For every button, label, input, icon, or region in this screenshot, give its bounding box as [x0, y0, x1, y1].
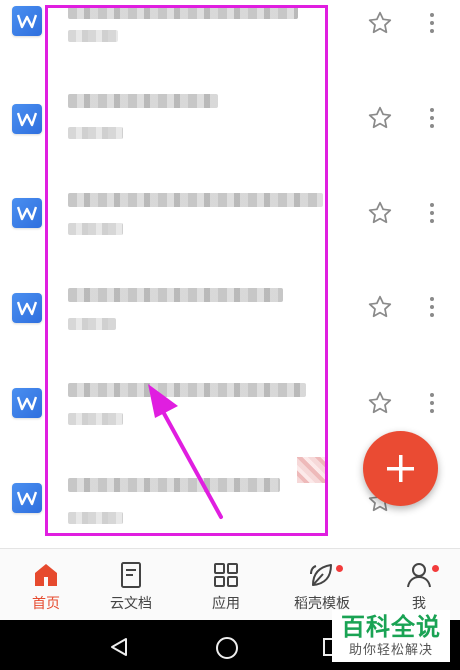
back-icon[interactable] — [108, 636, 130, 658]
star-icon[interactable] — [367, 105, 393, 131]
home-icon — [35, 564, 57, 586]
plus-icon — [387, 455, 414, 482]
annotation-highlight-box — [45, 5, 328, 536]
wps-writer-icon — [12, 6, 42, 36]
notification-dot — [336, 565, 343, 572]
new-document-button[interactable] — [363, 431, 438, 506]
nav-item-apps[interactable]: 应用 — [180, 549, 272, 621]
more-options-icon[interactable] — [426, 105, 438, 131]
more-options-icon[interactable] — [426, 200, 438, 226]
wps-writer-icon — [12, 388, 42, 418]
cloud-doc-icon — [121, 562, 141, 588]
nav-item-cloud-docs[interactable]: 云文档 — [85, 549, 177, 621]
wps-writer-icon — [12, 293, 42, 323]
leaf-icon — [310, 564, 332, 586]
more-options-icon[interactable] — [426, 390, 438, 416]
apps-grid-icon — [214, 563, 238, 587]
watermark-subtitle: 助你轻松解决 — [348, 643, 433, 658]
wps-writer-icon — [12, 198, 42, 228]
nav-label: 云文档 — [110, 596, 152, 612]
star-icon[interactable] — [367, 200, 393, 226]
home-circle-icon[interactable] — [215, 636, 239, 660]
nav-label: 首页 — [32, 596, 60, 612]
watermark-title: 百科全说 — [341, 613, 441, 641]
more-options-icon[interactable] — [426, 294, 438, 320]
watermark-logo: 百科全说 助你轻松解决 — [332, 610, 450, 662]
wps-writer-icon — [12, 483, 42, 513]
nav-item-home[interactable]: 首页 — [0, 549, 92, 621]
star-icon[interactable] — [367, 10, 393, 36]
notification-dot — [432, 565, 439, 572]
nav-label: 应用 — [212, 596, 240, 612]
person-icon — [407, 563, 431, 588]
more-options-icon[interactable] — [426, 10, 438, 36]
wps-writer-icon — [12, 104, 42, 134]
star-icon[interactable] — [367, 390, 393, 416]
star-icon[interactable] — [367, 294, 393, 320]
